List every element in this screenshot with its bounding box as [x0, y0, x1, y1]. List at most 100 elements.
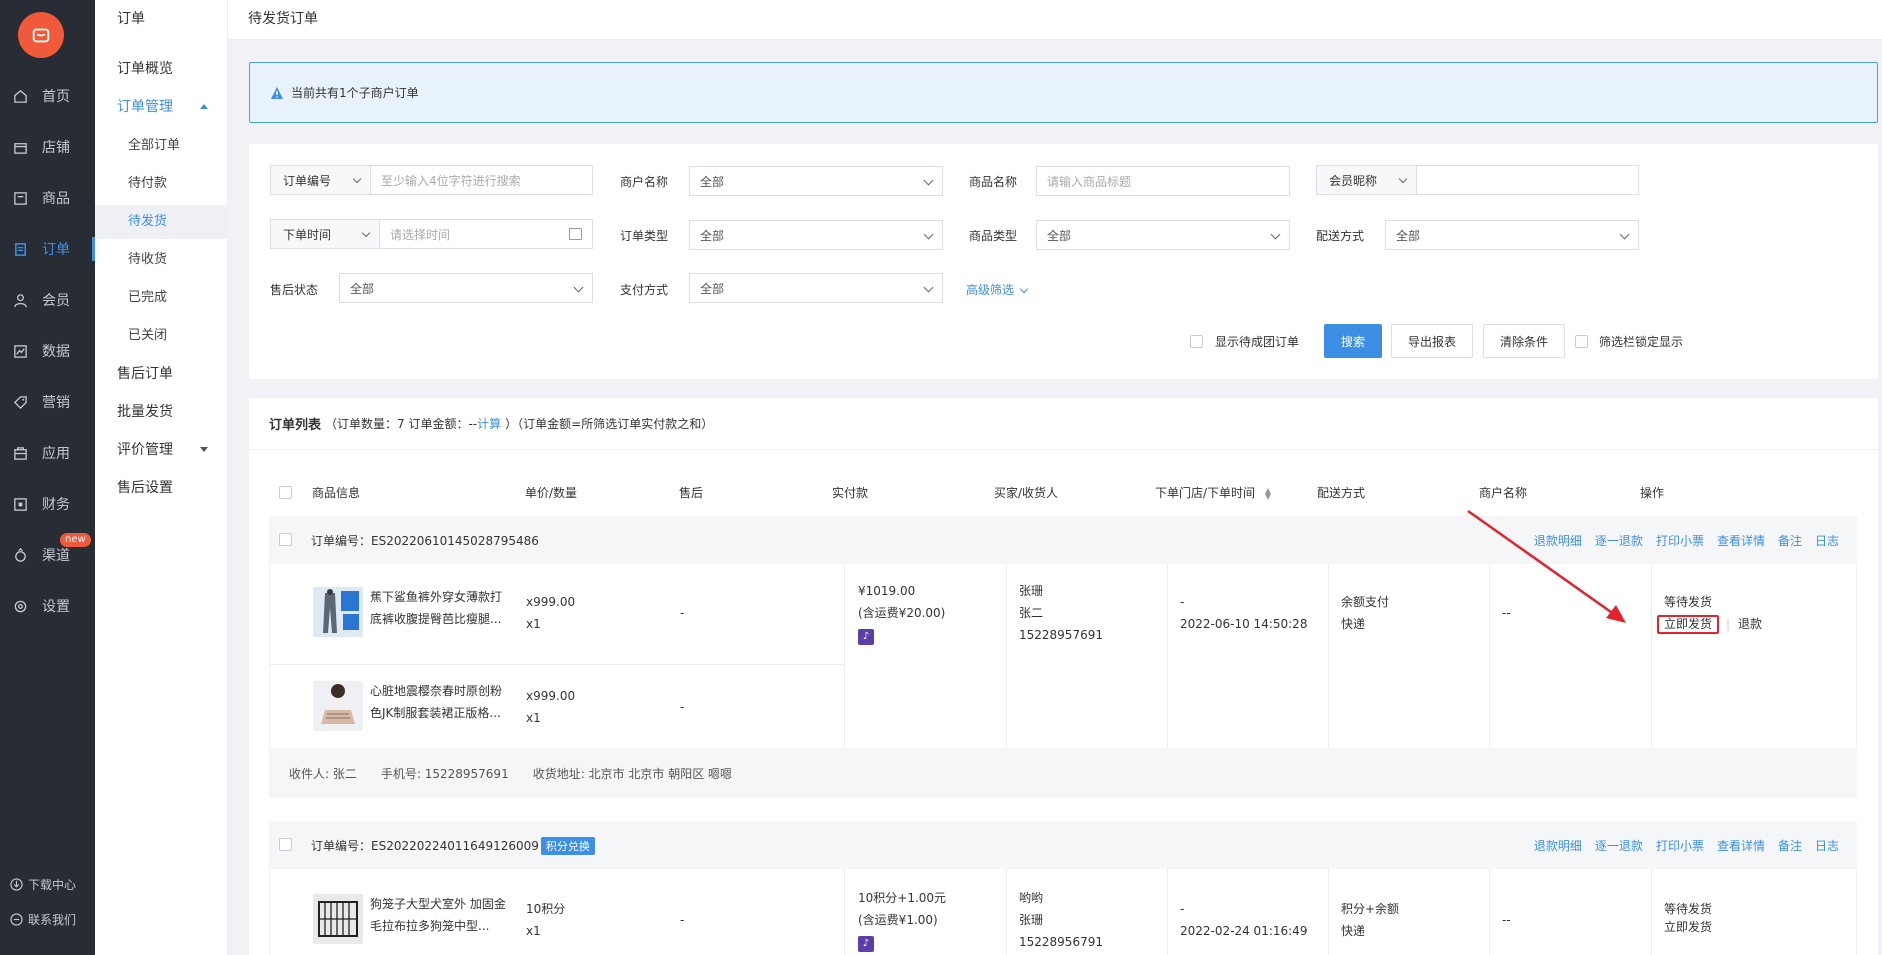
- refund-one-by-one-link[interactable]: 逐一退款: [1595, 837, 1643, 854]
- col-divider: [1006, 564, 1007, 748]
- delivery-select[interactable]: 全部: [1385, 220, 1639, 250]
- print-receipt-link[interactable]: 打印小票: [1656, 532, 1704, 549]
- order-no-type-select[interactable]: 订单编号: [270, 165, 371, 195]
- nav-settings[interactable]: 设置: [0, 586, 95, 626]
- goods-type-select[interactable]: 全部: [1036, 220, 1290, 250]
- subnav-order-manage[interactable]: 订单管理: [95, 90, 228, 124]
- remark-link[interactable]: 备注: [1778, 837, 1802, 854]
- calculate-link[interactable]: 计算: [477, 415, 501, 432]
- order-type-select[interactable]: 全部: [689, 220, 943, 250]
- app-logo[interactable]: [18, 12, 64, 58]
- delivery-method: 快递: [1341, 617, 1366, 631]
- order-checkbox[interactable]: [279, 838, 292, 851]
- order-time: 2022-06-10 14:50:28: [1180, 617, 1308, 631]
- nav-store[interactable]: 店铺: [0, 127, 95, 167]
- product-name[interactable]: 狗笼子大型犬室外 加固金毛拉布拉多狗笼中型...: [370, 893, 510, 937]
- print-receipt-link[interactable]: 打印小票: [1656, 837, 1704, 854]
- clear-button[interactable]: 清除条件: [1483, 324, 1565, 358]
- nav-data[interactable]: 数据: [0, 331, 95, 371]
- log-link[interactable]: 日志: [1815, 837, 1839, 854]
- view-detail-link[interactable]: 查看详情: [1717, 532, 1765, 549]
- home-icon: [12, 88, 28, 104]
- col-paid: 实付款: [832, 486, 869, 500]
- sub-sidebar-title: 订单: [117, 11, 145, 27]
- select-all-checkbox[interactable]: [279, 486, 292, 499]
- refund-detail-link[interactable]: 退款明细: [1534, 837, 1582, 854]
- nav-finance[interactable]: 财务: [0, 484, 95, 524]
- order-no-input[interactable]: 至少输入4位字符进行搜索: [370, 165, 593, 195]
- merchant-select[interactable]: 全部: [689, 166, 943, 196]
- highlight-box: [1657, 615, 1719, 634]
- subnav-aftersale-orders[interactable]: 售后订单: [95, 357, 228, 391]
- subnav-all-orders[interactable]: 全部订单: [95, 129, 228, 163]
- download-icon: [10, 877, 24, 892]
- time-type-select[interactable]: 下单时间: [270, 219, 380, 249]
- product-name[interactable]: 蕉下鲨鱼裤外穿女薄款打底裤收腹提臀芭比瘦腿...: [370, 586, 510, 630]
- chevron-down-icon: [923, 282, 934, 293]
- receiver-name: 张二: [1019, 606, 1044, 620]
- nav-goods[interactable]: 商品: [0, 178, 95, 218]
- unit-price: x999.00: [526, 689, 576, 703]
- nav-channel-label: 渠道: [42, 548, 70, 564]
- subnav-aftersale-settings[interactable]: 售后设置: [95, 471, 228, 505]
- time-picker-input[interactable]: 请选择时间: [379, 219, 593, 249]
- time-placeholder: 请选择时间: [390, 227, 451, 242]
- download-center-link[interactable]: 下载中心: [10, 876, 76, 893]
- member-name-input[interactable]: [1416, 165, 1639, 195]
- goods-name-input[interactable]: 请输入商品标题: [1036, 166, 1290, 196]
- show-group-label: 显示待成团订单: [1215, 335, 1300, 349]
- col-price-qty: 单价/数量: [525, 486, 578, 500]
- show-group-checkbox[interactable]: [1190, 335, 1203, 348]
- nav-order[interactable]: 订单: [0, 229, 95, 269]
- refund-link[interactable]: 退款: [1738, 613, 1762, 635]
- store-logo-icon: [32, 28, 50, 43]
- contact-us-label: 联系我们: [28, 913, 77, 927]
- pay-method: 余额支付: [1341, 595, 1390, 609]
- shipping-fee: (含运费¥1.00): [858, 913, 938, 927]
- buyer-link[interactable]: 哟哟: [1019, 887, 1043, 909]
- nav-channel[interactable]: 渠道 new: [0, 533, 95, 575]
- subnav-review-manage[interactable]: 评价管理: [95, 433, 228, 467]
- advanced-filter-link[interactable]: 高级筛选: [966, 281, 1029, 298]
- order-checkbox[interactable]: [279, 533, 292, 546]
- subnav-pending-shipment[interactable]: 待发货: [95, 205, 228, 239]
- aftersale-select[interactable]: 全部: [339, 273, 593, 303]
- gear-icon: [12, 598, 28, 614]
- chevron-down-icon: [1398, 174, 1408, 184]
- subnav-closed[interactable]: 已关闭: [95, 319, 228, 353]
- contact-us-link[interactable]: 联系我们: [10, 911, 76, 928]
- annotation-arrow: [1467, 509, 1626, 623]
- nav-app[interactable]: 应用: [0, 433, 95, 473]
- subnav-pending-receipt[interactable]: 待收货: [95, 243, 228, 277]
- ship-now-link[interactable]: 立即发货: [1664, 916, 1712, 938]
- buyer-link[interactable]: 张珊: [1019, 580, 1043, 602]
- product-thumbnail[interactable]: [313, 681, 363, 731]
- nav-member[interactable]: 会员: [0, 280, 95, 320]
- log-link[interactable]: 日志: [1815, 532, 1839, 549]
- pay-select[interactable]: 全部: [689, 273, 943, 303]
- subnav-batch-ship[interactable]: 批量发货: [95, 395, 228, 429]
- view-detail-link[interactable]: 查看详情: [1717, 837, 1765, 854]
- export-button[interactable]: 导出报表: [1391, 324, 1473, 358]
- nav-settings-label: 设置: [42, 599, 70, 615]
- member-type-select[interactable]: 会员昵称: [1316, 165, 1417, 195]
- nav-home[interactable]: 首页: [0, 76, 95, 116]
- remark-link[interactable]: 备注: [1778, 532, 1802, 549]
- product-name[interactable]: 心脏地震樱奈春时原创粉色JK制服套装裙正版格...: [370, 680, 510, 724]
- subnav-overview[interactable]: 订单概览: [95, 52, 228, 86]
- search-button[interactable]: 搜索: [1324, 324, 1382, 358]
- nav-finance-label: 财务: [42, 497, 70, 513]
- col-store-time[interactable]: 下单门店/下单时间 ▲ ▼: [1155, 484, 1271, 501]
- product-thumbnail[interactable]: [313, 587, 363, 637]
- subnav-completed[interactable]: 已完成: [95, 281, 228, 315]
- product-thumbnail[interactable]: [313, 894, 363, 944]
- nav-marketing[interactable]: 营销: [0, 382, 95, 422]
- lock-filter-checkbox[interactable]: [1575, 335, 1588, 348]
- unit-price: 10积分: [526, 902, 566, 916]
- main-sidebar: 首页 店铺 商品 订单 会员 数据 营销 应用 财务 渠道 new 设置 下载中…: [0, 0, 95, 955]
- aftersale-status: -: [680, 606, 685, 620]
- nav-goods-label: 商品: [42, 191, 70, 207]
- subnav-pending-payment[interactable]: 待付款: [95, 167, 228, 201]
- nav-marketing-label: 营销: [42, 395, 70, 411]
- sort-icon[interactable]: ▲ ▼: [1265, 486, 1271, 500]
